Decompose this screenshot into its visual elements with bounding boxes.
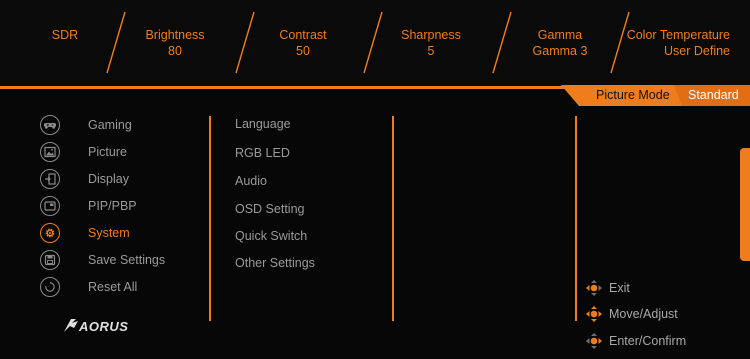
menu-item-pip-pbp[interactable]: PIP/PBP: [40, 195, 200, 217]
contrast-value: 50: [296, 43, 310, 58]
gamma-value: Gamma 3: [532, 43, 588, 58]
sdr-label: SDR: [51, 27, 79, 42]
picture-mode-label: Picture Mode: [596, 88, 670, 102]
brightness-label: Brightness: [145, 27, 205, 42]
sharpness-value: 5: [427, 43, 435, 58]
status-gamma: Gamma Gamma 3: [512, 0, 608, 85]
hint-exit: Exit: [583, 278, 630, 298]
color-temperature-label: Color Temperature: [626, 27, 730, 42]
picture-mode-value: Standard: [688, 88, 739, 102]
gear-icon: [40, 223, 60, 243]
submenu-item-rgb-led[interactable]: RGB LED: [235, 146, 290, 160]
status-sdr: SDR: [40, 0, 90, 85]
hint-move-label: Move/Adjust: [609, 307, 678, 321]
svg-text:AORUS: AORUS: [78, 319, 128, 334]
submenu-item-other-settings[interactable]: Other Settings: [235, 256, 315, 270]
contrast-label: Contrast: [279, 27, 327, 42]
picture-mode-tab: Picture Mode Standard: [561, 85, 750, 106]
submenu-item-language[interactable]: Language: [235, 117, 291, 131]
submenu-item-quick-switch[interactable]: Quick Switch: [235, 229, 307, 243]
submenu-item-audio[interactable]: Audio: [235, 174, 267, 188]
menu-item-label: System: [88, 226, 130, 240]
menu-item-gaming[interactable]: Gaming: [40, 114, 200, 136]
menu-item-label: Display: [88, 172, 129, 186]
side-scroll-tab[interactable]: [740, 148, 750, 261]
joystick-move-icon: [586, 306, 602, 322]
menu-item-system[interactable]: System: [40, 222, 200, 244]
status-color-temperature: Color Temperature User Define: [620, 0, 750, 85]
hint-move-adjust: Move/Adjust: [583, 304, 678, 324]
color-temperature-value: User Define: [664, 43, 730, 58]
menu-item-label: Save Settings: [88, 253, 166, 267]
menu-item-display[interactable]: Display: [40, 168, 200, 190]
column-divider-2: [392, 116, 394, 321]
save-icon: [40, 250, 60, 270]
joystick-left-icon: [586, 280, 602, 296]
status-bar: SDR Brightness 80 Contrast 50 Sharpness …: [0, 0, 750, 85]
reset-icon: [40, 277, 60, 297]
gamepad-icon: [40, 115, 60, 135]
menu-item-picture[interactable]: Picture: [40, 141, 200, 163]
menu-item-label: Reset All: [88, 280, 138, 294]
sharpness-label: Sharpness: [401, 27, 461, 42]
menu-item-save-settings[interactable]: Save Settings: [40, 249, 200, 271]
brightness-value: 80: [168, 43, 182, 58]
gamma-label: Gamma: [537, 27, 583, 42]
joystick-press-icon: [586, 333, 602, 349]
hint-enter-label: Enter/Confirm: [609, 334, 687, 348]
menu-item-reset-all[interactable]: Reset All: [40, 276, 200, 298]
display-input-icon: [40, 169, 60, 189]
status-contrast: Contrast 50: [258, 0, 348, 85]
submenu-item-osd-setting[interactable]: OSD Setting: [235, 202, 304, 216]
menu-item-label: Gaming: [88, 118, 132, 132]
menu-item-label: PIP/PBP: [88, 199, 137, 213]
hint-enter-confirm: Enter/Confirm: [583, 331, 686, 351]
status-brightness: Brightness 80: [130, 0, 220, 85]
aorus-logo: AORUS: [64, 319, 128, 334]
picture-icon: [40, 142, 60, 162]
status-sharpness: Sharpness 5: [386, 0, 476, 85]
column-divider-1: [209, 116, 211, 321]
pip-icon: [40, 196, 60, 216]
column-divider-3: [575, 116, 577, 321]
menu-item-label: Picture: [88, 145, 127, 159]
hint-exit-label: Exit: [609, 281, 630, 295]
